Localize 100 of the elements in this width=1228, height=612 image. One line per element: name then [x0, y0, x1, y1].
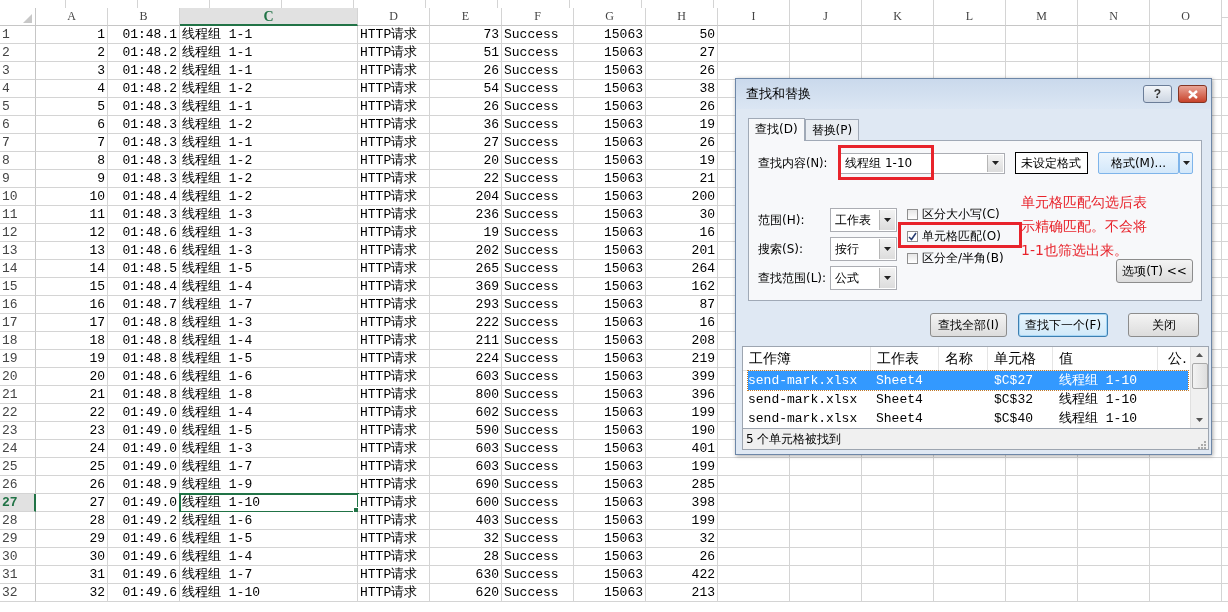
row-header[interactable]: 6	[0, 116, 36, 134]
table-cell: 线程组 1-2	[180, 116, 358, 134]
table-cell: 线程组 1-4	[180, 548, 358, 566]
row-header[interactable]: 8	[0, 152, 36, 170]
row-header[interactable]: 26	[0, 476, 36, 494]
dropdown-button[interactable]	[986, 154, 1003, 172]
row-header[interactable]: 13	[0, 242, 36, 260]
row-header[interactable]: 15	[0, 278, 36, 296]
table-cell: Success	[502, 566, 574, 584]
dialog-button[interactable]: 查找全部(I)	[930, 313, 1007, 337]
row-header[interactable]: 16	[0, 296, 36, 314]
dropdown-button[interactable]	[879, 239, 895, 259]
row-header[interactable]: 29	[0, 530, 36, 548]
column-header[interactable]: F	[502, 8, 574, 26]
table-cell: Success	[502, 80, 574, 98]
dialog-button[interactable]: 关闭	[1128, 313, 1199, 337]
row-header[interactable]: 21	[0, 386, 36, 404]
column-header[interactable]: G	[574, 8, 646, 26]
table-cell: Success	[502, 350, 574, 368]
format-button[interactable]: 格式(M)...	[1098, 152, 1179, 174]
row-header[interactable]: 30	[0, 548, 36, 566]
table-cell-text: Sheet4	[876, 391, 924, 409]
checkbox[interactable]	[907, 230, 918, 242]
row-header[interactable]: 17	[0, 314, 36, 332]
checkbox[interactable]	[907, 252, 918, 264]
row-header[interactable]: 12	[0, 224, 36, 242]
table-cell: Success	[502, 170, 574, 188]
active-cell[interactable]: 线程组 1-10	[180, 494, 358, 512]
field-value: 按行	[834, 240, 860, 258]
row-header[interactable]: 18	[0, 332, 36, 350]
table-cell: Success	[502, 98, 574, 116]
row-header[interactable]: 22	[0, 404, 36, 422]
row-header[interactable]: 23	[0, 422, 36, 440]
table-cell-text: send-mark.xlsx	[748, 372, 859, 390]
dropdown-button[interactable]	[879, 268, 895, 288]
row-header[interactable]: 19	[0, 350, 36, 368]
help-button[interactable]: ?	[1143, 85, 1172, 103]
table-cell: HTTP请求	[358, 206, 430, 224]
row-header[interactable]: 5	[0, 98, 36, 116]
row-header[interactable]: 2	[0, 44, 36, 62]
row-header[interactable]: 1	[0, 26, 36, 44]
row-header[interactable]: 7	[0, 134, 36, 152]
dropdown-button[interactable]	[1179, 152, 1193, 174]
result-row[interactable]: send-mark.xlsx Sheet4 $C$32 线程组 1-10	[748, 390, 1188, 409]
table-cell: 线程组 1-5	[180, 260, 358, 278]
row-header[interactable]: 3	[0, 62, 36, 80]
table-cell: HTTP请求	[358, 260, 430, 278]
field-label: 查找内容(N):	[758, 155, 829, 171]
row-header[interactable]: 28	[0, 512, 36, 530]
row-header[interactable]: 14	[0, 260, 36, 278]
table-cell: Success	[502, 188, 574, 206]
checkbox[interactable]	[907, 208, 918, 220]
row-header[interactable]: 24	[0, 440, 36, 458]
row-header[interactable]: 11	[0, 206, 36, 224]
table-cell: Success	[502, 512, 574, 530]
arrow-down-icon[interactable]	[1196, 418, 1203, 422]
table-cell: HTTP请求	[358, 314, 430, 332]
column-header[interactable]: 公.	[1158, 347, 1188, 370]
column-header[interactable]: E	[430, 8, 502, 26]
checkbox-label: 区分大小写(C)	[922, 205, 1000, 223]
table-cell: HTTP请求	[358, 566, 430, 584]
row-header[interactable]: 4	[0, 80, 36, 98]
row-header[interactable]: 10	[0, 188, 36, 206]
tab[interactable]: 替换(P)	[804, 119, 860, 140]
table-cell: 线程组 1-3	[180, 206, 358, 224]
resize-grip-icon[interactable]	[1196, 439, 1206, 449]
column-header[interactable]: C	[180, 8, 358, 26]
row-header[interactable]: 27	[0, 494, 36, 512]
table-cell: HTTP请求	[358, 368, 430, 386]
dropdown-field[interactable]: 按行	[830, 237, 897, 261]
annotation-text: 单元格匹配勾选后表示精确匹配。不会将1-1也筛选出来。	[1021, 193, 1148, 260]
row-header[interactable]: 20	[0, 368, 36, 386]
column-header[interactable]: B	[108, 8, 180, 26]
table-cell: Success	[502, 404, 574, 422]
column-header[interactable]: A	[36, 8, 108, 26]
table-cell: Success	[502, 422, 574, 440]
table-cell-text: 线程组 1-10	[1059, 372, 1138, 390]
options-button[interactable]: 选项(T) <<	[1116, 259, 1193, 283]
dropdown-field[interactable]: 公式	[830, 266, 897, 290]
tab[interactable]: 查找(D)	[748, 118, 805, 141]
table-cell-text: 线程组 1-10	[1059, 391, 1138, 409]
search-field[interactable]: 线程组 1-10	[840, 152, 1005, 174]
column-header[interactable]: D	[358, 8, 430, 26]
table-cell-text: $C$27	[994, 372, 1034, 390]
dropdown-button[interactable]	[879, 210, 895, 230]
row-header[interactable]: 31	[0, 566, 36, 584]
table-cell: Success	[502, 224, 574, 242]
table-cell: 线程组 1-3	[180, 440, 358, 458]
dialog-button[interactable]: 查找下一个(F)	[1018, 313, 1108, 337]
row-header[interactable]: 9	[0, 170, 36, 188]
column-header[interactable]: H	[646, 8, 718, 26]
table-cell: Success	[502, 134, 574, 152]
row-header[interactable]: 25	[0, 458, 36, 476]
row-header[interactable]: 32	[0, 584, 36, 602]
dropdown-field[interactable]: 工作表	[830, 208, 897, 232]
close-button[interactable]	[1178, 85, 1207, 103]
scrollbar[interactable]	[1190, 347, 1208, 428]
arrow-up-icon[interactable]	[1196, 353, 1203, 357]
table-cell: Success	[502, 26, 574, 44]
result-row[interactable]: send-mark.xlsx Sheet4 $C$40 线程组 1-10	[748, 409, 1188, 428]
